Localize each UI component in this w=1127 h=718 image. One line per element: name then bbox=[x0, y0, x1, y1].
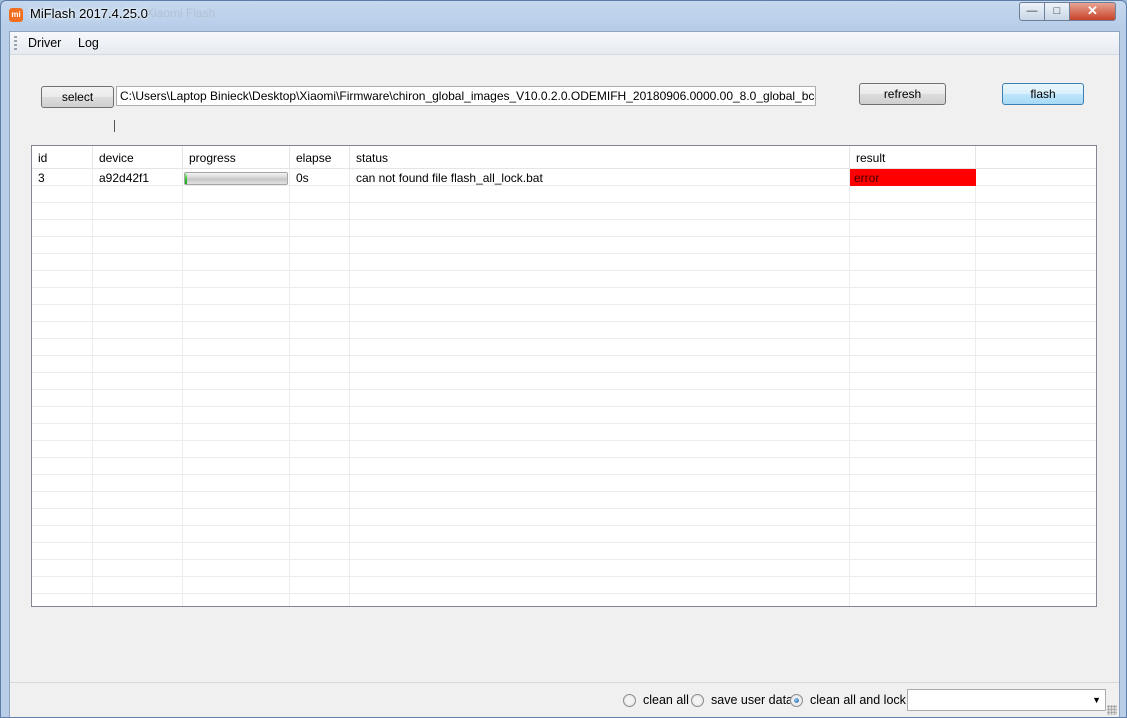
column-divider bbox=[92, 169, 93, 606]
column-header-result[interactable]: result bbox=[850, 146, 976, 168]
title-bar[interactable]: mi MiFlash 2017.4.25.0 Xiaomi Flash — □ … bbox=[1, 1, 1126, 29]
text-caret bbox=[114, 120, 115, 132]
close-button[interactable]: ✕ bbox=[1069, 2, 1116, 21]
column-divider bbox=[849, 169, 850, 606]
device-table[interactable]: id device progress elapse status result … bbox=[31, 145, 1097, 607]
clean-all-and-lock-label[interactable]: clean all and lock bbox=[810, 693, 906, 707]
save-user-data-radio[interactable] bbox=[691, 694, 704, 707]
table-header: id device progress elapse status result bbox=[32, 146, 1096, 169]
column-divider bbox=[349, 169, 350, 606]
column-divider bbox=[289, 169, 290, 606]
column-header-progress[interactable]: progress bbox=[183, 146, 290, 168]
chevron-down-icon[interactable]: ▼ bbox=[1092, 692, 1101, 708]
clean-all-radio[interactable] bbox=[623, 694, 636, 707]
menu-bar: Driver Log bbox=[10, 32, 1119, 55]
row-elapse-cell[interactable]: 0s bbox=[290, 169, 350, 186]
menu-grip-icon[interactable] bbox=[14, 36, 17, 50]
column-divider bbox=[975, 169, 976, 606]
menu-driver[interactable]: Driver bbox=[28, 36, 61, 50]
table-body bbox=[32, 169, 1096, 606]
column-header-device[interactable]: device bbox=[93, 146, 183, 168]
app-window: mi MiFlash 2017.4.25.0 Xiaomi Flash — □ … bbox=[0, 0, 1127, 718]
clean-all-and-lock-radio[interactable] bbox=[790, 694, 803, 707]
column-header-status[interactable]: status bbox=[350, 146, 850, 168]
row-result-cell[interactable]: error bbox=[850, 169, 976, 186]
select-button[interactable]: select bbox=[41, 86, 114, 108]
firmware-path-input[interactable]: C:\Users\Laptop Binieck\Desktop\Xiaomi\F… bbox=[116, 86, 816, 106]
refresh-button[interactable]: refresh bbox=[859, 83, 946, 105]
window-title: MiFlash 2017.4.25.0 bbox=[30, 6, 148, 21]
row-progress-bar bbox=[184, 172, 288, 185]
column-divider bbox=[182, 169, 183, 606]
flash-button[interactable]: flash bbox=[1002, 83, 1084, 105]
column-header-elapse[interactable]: elapse bbox=[290, 146, 350, 168]
background-window-title: Xiaomi Flash bbox=[146, 6, 216, 20]
row-device-cell[interactable]: a92d42f1 bbox=[93, 169, 183, 186]
row-id-cell[interactable]: 3 bbox=[32, 169, 93, 186]
minimize-button[interactable]: — bbox=[1019, 2, 1045, 21]
progress-fill bbox=[185, 173, 188, 184]
options-bar: clean all save user data clean all and l… bbox=[10, 682, 1119, 717]
maximize-button[interactable]: □ bbox=[1044, 2, 1070, 21]
menu-log[interactable]: Log bbox=[78, 36, 99, 50]
xiaomi-logo-icon: mi bbox=[9, 8, 23, 22]
column-header-id[interactable]: id bbox=[32, 146, 93, 168]
resize-grip-icon[interactable] bbox=[1107, 705, 1117, 715]
save-user-data-label[interactable]: save user data bbox=[711, 693, 793, 707]
client-area: Driver Log select C:\Users\Laptop Biniec… bbox=[9, 31, 1120, 717]
row-status-cell[interactable]: can not found file flash_all_lock.bat bbox=[350, 169, 850, 186]
clean-all-label[interactable]: clean all bbox=[643, 693, 689, 707]
device-combo-box[interactable]: ▼ bbox=[907, 689, 1106, 711]
